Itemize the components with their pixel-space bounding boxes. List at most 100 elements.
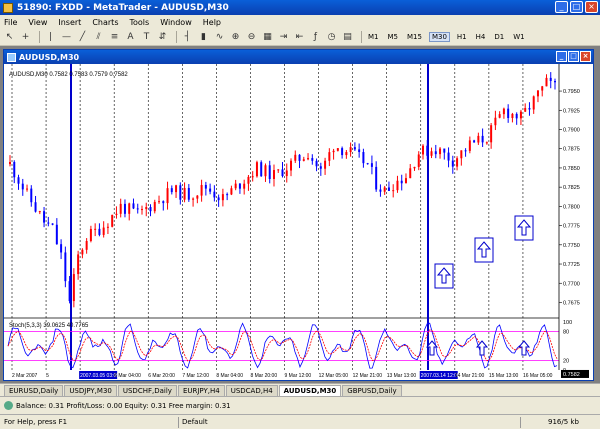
terminal-panel: Balance: 0.31 Profit/Loss: 0.00 Equity: … [0, 396, 600, 414]
candle-body [234, 183, 237, 189]
candle-body [170, 188, 173, 193]
label-icon[interactable]: T [140, 31, 153, 44]
zoom-out-icon[interactable]: ⊖ [245, 31, 258, 44]
tab-usdcad[interactable]: USDCAD,H4 [225, 385, 278, 396]
tab-audusd[interactable]: AUDUSD,M30 [278, 385, 342, 396]
chart-shift-icon[interactable]: ⇤ [293, 31, 306, 44]
timeframe-d1[interactable]: D1 [492, 33, 506, 41]
maximize-button[interactable]: □ [570, 1, 583, 13]
close-button[interactable]: × [585, 1, 598, 13]
candle-body [387, 187, 390, 191]
indicators-icon[interactable]: ƒ [309, 31, 322, 44]
periods-icon[interactable]: ◷ [325, 31, 338, 44]
candle-body [119, 203, 122, 214]
timeframe-m30[interactable]: M30 [428, 32, 450, 42]
candle-body [179, 185, 182, 200]
time-tick-label: 6 Mar 04:00 [114, 373, 141, 379]
candle-body [136, 208, 139, 210]
tab-eurjpy[interactable]: EURJPY,H4 [177, 385, 225, 396]
menu-window[interactable]: Window [160, 18, 192, 27]
zoom-in-icon[interactable]: ⊕ [229, 31, 242, 44]
vertical-line-icon[interactable]: | [44, 31, 57, 44]
candle-body [55, 224, 58, 245]
autoscroll-icon[interactable]: ⇥ [277, 31, 290, 44]
price-tick-label: 0.7675 [563, 300, 580, 306]
chart-window-titlebar[interactable]: AUDUSD,M30 _ □ × [4, 50, 593, 64]
menu-help[interactable]: Help [203, 18, 221, 27]
candle-body [413, 166, 416, 169]
candle-chart-icon[interactable]: ▮ [197, 31, 210, 44]
candle-body [485, 142, 488, 144]
tab-usdjpy[interactable]: USDJPY,M30 [64, 385, 117, 396]
minimize-button[interactable]: _ [555, 1, 568, 13]
candle-body [409, 168, 412, 179]
tab-eurusd[interactable]: EURUSD,Daily [4, 385, 64, 396]
menu-file[interactable]: File [4, 18, 17, 27]
menu-view[interactable]: View [28, 18, 47, 27]
chart-minimize-button[interactable]: _ [556, 51, 567, 62]
chart-window[interactable]: AUDUSD,M30 _ □ × 0.7950 0.7925 0.7900 0.787… [3, 49, 594, 381]
candle-body [400, 180, 403, 184]
arrows-icon[interactable]: ⇵ [156, 31, 169, 44]
candle-body [94, 228, 97, 230]
time-tick-label: 9 Mar 12:00 [285, 373, 312, 379]
timeframe-m15[interactable]: M15 [405, 33, 424, 41]
templates-icon[interactable]: ▤ [341, 31, 354, 44]
candle-body [17, 177, 20, 184]
candle-body [153, 201, 156, 212]
trendline-icon[interactable]: ╱ [76, 31, 89, 44]
candle-body [524, 108, 527, 112]
line-chart-icon[interactable]: ∿ [213, 31, 226, 44]
timeframe-m5[interactable]: M5 [386, 33, 401, 41]
candle-body [34, 202, 37, 212]
crosshair-icon[interactable]: + [19, 31, 32, 44]
candle-body [47, 222, 50, 224]
up-arrow-annotation [474, 237, 494, 263]
candle-body [43, 211, 46, 223]
price-tick-label: 0.7700 [563, 281, 580, 287]
menu-insert[interactable]: Insert [58, 18, 81, 27]
account-icon [4, 401, 13, 410]
candle-body [307, 158, 310, 160]
timeframe-w1[interactable]: W1 [511, 33, 526, 41]
chart-close-button[interactable]: × [580, 51, 591, 62]
horizontal-line-icon[interactable]: — [60, 31, 73, 44]
candle-body [68, 281, 71, 302]
tab-usdchf[interactable]: USDCHF,Daily [117, 385, 177, 396]
candle-body [468, 140, 471, 151]
candle-body [392, 190, 395, 192]
cursor-icon[interactable]: ↖ [3, 31, 16, 44]
candle-body [51, 223, 54, 225]
candle-body [426, 145, 429, 156]
menu-charts[interactable]: Charts [92, 18, 118, 27]
price-chart[interactable]: 0.7950 0.7925 0.7900 0.7875 0.7850 0.7825 0.78… [4, 64, 593, 380]
fibonacci-icon[interactable]: ≡ [108, 31, 121, 44]
candle-body [9, 162, 11, 165]
candle-body [13, 162, 16, 178]
candle-body [255, 162, 258, 177]
chart-maximize-button[interactable]: □ [568, 51, 579, 62]
timeframe-m1[interactable]: M1 [366, 33, 381, 41]
text-icon[interactable]: A [124, 31, 137, 44]
price-tick-label: 0.7800 [563, 204, 580, 210]
timeframe-h4[interactable]: H4 [474, 33, 488, 41]
candle-body [183, 187, 186, 200]
chart-info-label: AUDUSD,M30 0.7582 0.7583 0.7579 0.7582 [9, 72, 128, 78]
bar-chart-icon[interactable]: ┤ [181, 31, 194, 44]
price-tick-label: 0.7875 [563, 147, 580, 153]
candle-body [298, 154, 301, 161]
tile-windows-icon[interactable]: ▦ [261, 31, 274, 44]
candle-body [26, 188, 29, 190]
timeframe-h1[interactable]: H1 [455, 33, 469, 41]
candle-body [158, 201, 161, 203]
tab-gbpusd[interactable]: GBPUSD,Daily [342, 385, 402, 396]
candle-body [396, 180, 399, 191]
menu-tools[interactable]: Tools [129, 18, 149, 27]
channel-icon[interactable]: ⫽ [92, 31, 105, 44]
candle-body [515, 113, 518, 119]
candle-body [260, 162, 263, 177]
candle-body [456, 158, 459, 167]
candle-body [238, 183, 241, 189]
candle-body [272, 170, 275, 179]
candle-body [230, 188, 233, 195]
